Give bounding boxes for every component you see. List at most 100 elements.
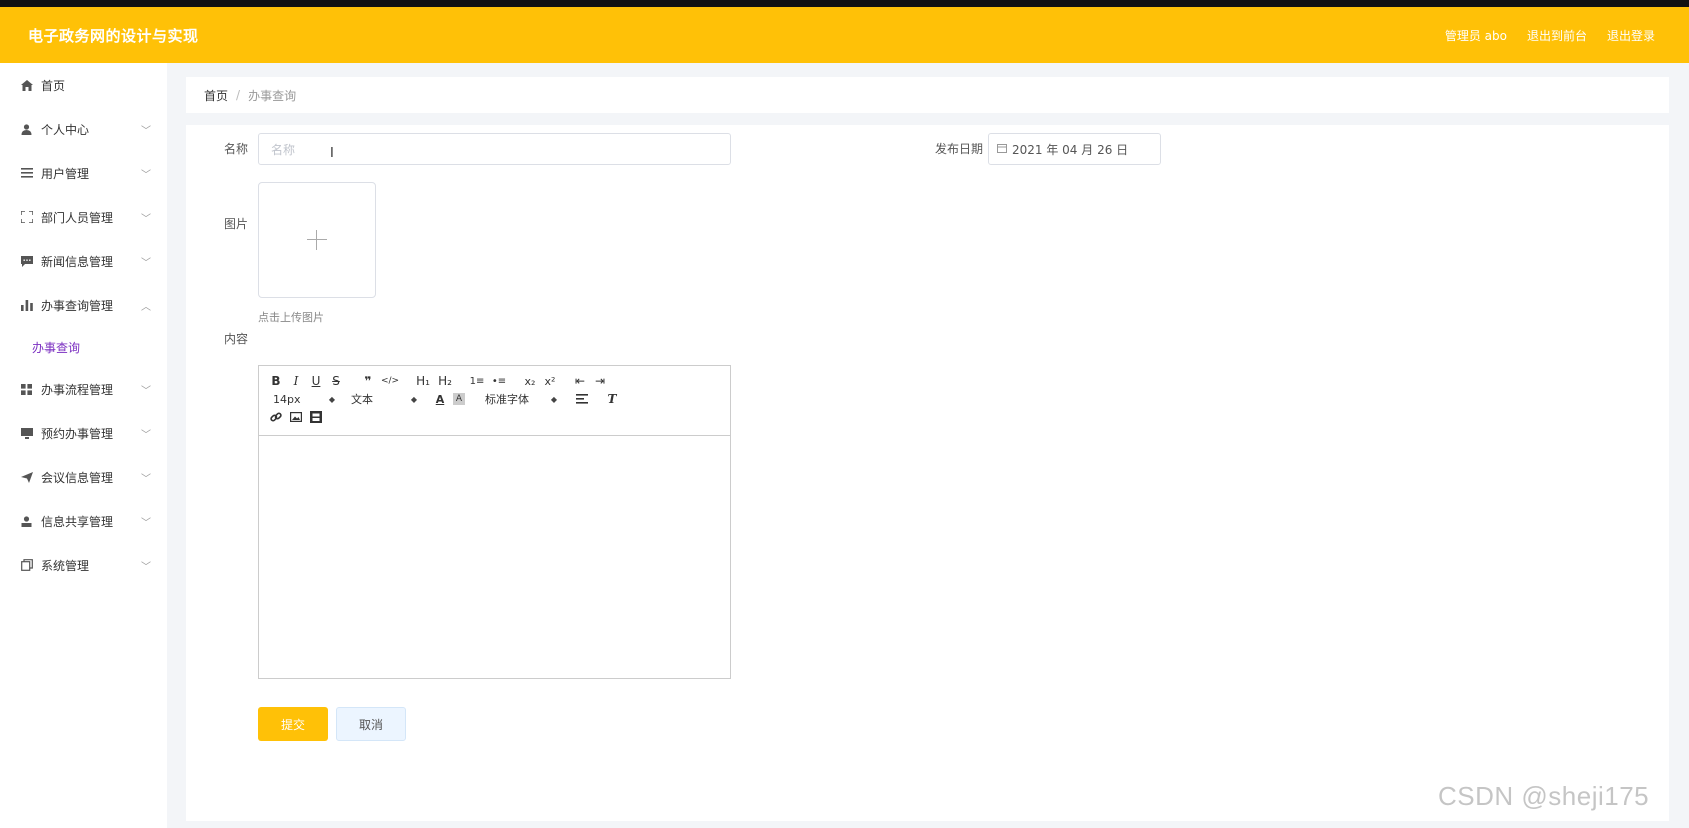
plus-icon: [307, 230, 327, 250]
expand-icon: [20, 211, 33, 224]
upload-tip: 点击上传图片: [258, 311, 324, 324]
indent-icon[interactable]: ⇥: [593, 372, 607, 390]
italic-icon[interactable]: I: [289, 372, 303, 390]
app-title: 电子政务网的设计与实现: [28, 26, 199, 45]
block-format-value: 文本: [351, 393, 373, 406]
code-icon[interactable]: </>: [381, 372, 399, 390]
chevron-down-icon: ﹀: [141, 214, 151, 225]
sidebar-item-label: 信息共享管理: [41, 514, 114, 529]
publish-date-label: 发布日期: [935, 142, 984, 156]
bar-chart-icon: [20, 299, 33, 312]
select-arrows-icon: ◆: [550, 394, 557, 404]
sidebar-item-department-staff[interactable]: 部门人员管理 ﹀: [0, 195, 167, 239]
rich-text-editor: B I U S ❞ </> H₁ H₂ 1≡ •≡ x₂ x² ⇤ ⇥ 14px…: [258, 365, 731, 679]
sidebar-item-label: 新闻信息管理: [41, 254, 114, 269]
subscript-icon[interactable]: x₂: [523, 372, 537, 390]
header1-icon[interactable]: H₁: [415, 372, 431, 390]
breadcrumb-separator: /: [236, 88, 241, 102]
back-to-front-link[interactable]: 退出到前台: [1527, 27, 1587, 44]
copy-icon: [20, 559, 33, 572]
message-icon: [20, 255, 33, 268]
send-icon: [20, 471, 33, 484]
sidebar-item-label: 系统管理: [41, 558, 90, 573]
editor-toolbar: B I U S ❞ </> H₁ H₂ 1≡ •≡ x₂ x² ⇤ ⇥ 14px…: [259, 366, 730, 436]
sidebar-item-home[interactable]: 首页: [0, 63, 167, 107]
strikethrough-icon[interactable]: S: [329, 372, 343, 390]
sidebar-item-label: 预约办事管理: [41, 426, 114, 441]
superscript-icon[interactable]: x²: [543, 372, 557, 390]
chevron-up-icon: ︿: [141, 302, 151, 313]
select-arrows-icon: ◆: [410, 394, 417, 404]
submenu-item-label: 办事查询: [32, 340, 81, 355]
sidebar-item-appointment[interactable]: 预约办事管理 ﹀: [0, 411, 167, 455]
chevron-down-icon: ﹀: [141, 474, 151, 485]
sidebar: 首页 个人中心 ﹀ 用户管理 ﹀ 部门人员管理 ﹀ 新闻信息管理 ﹀ 办事查询管…: [0, 63, 167, 828]
clear-format-icon[interactable]: T: [605, 390, 619, 408]
underline-icon[interactable]: U: [309, 372, 323, 390]
image-upload-box[interactable]: [258, 182, 376, 298]
watermark: CSDN @sheji175: [1438, 781, 1650, 811]
logout-link[interactable]: 退出登录: [1607, 27, 1655, 44]
image-icon[interactable]: [289, 408, 303, 426]
sidebar-item-label: 会议信息管理: [41, 470, 114, 485]
sidebar-item-label: 个人中心: [41, 122, 90, 137]
person-icon: [20, 515, 33, 528]
sidebar-item-personal-center[interactable]: 个人中心 ﹀: [0, 107, 167, 151]
header2-icon[interactable]: H₂: [437, 372, 453, 390]
chevron-down-icon: ﹀: [141, 258, 151, 269]
name-input[interactable]: 名称: [258, 133, 731, 165]
list-icon: [20, 167, 33, 180]
breadcrumb-home[interactable]: 首页: [204, 87, 228, 104]
grid-icon: [20, 383, 33, 396]
bold-icon[interactable]: B: [269, 372, 283, 390]
user-icon: [20, 123, 33, 136]
align-left-icon[interactable]: [575, 390, 589, 408]
chevron-down-icon: ﹀: [141, 126, 151, 137]
block-format-select[interactable]: 文本 ◆: [351, 390, 417, 408]
ordered-list-icon[interactable]: 1≡: [469, 372, 485, 390]
sidebar-item-label: 首页: [41, 78, 66, 93]
sidebar-item-label: 办事流程管理: [41, 382, 114, 397]
sidebar-item-process[interactable]: 办事流程管理 ﹀: [0, 367, 167, 411]
top-header: 电子政务网的设计与实现 管理员 abo 退出到前台 退出登录: [0, 7, 1689, 63]
link-icon[interactable]: [269, 408, 283, 426]
outdent-icon[interactable]: ⇤: [573, 372, 587, 390]
video-icon[interactable]: [309, 408, 323, 426]
sidebar-item-user-management[interactable]: 用户管理 ﹀: [0, 151, 167, 195]
publish-date-picker[interactable]: 2021 年 04 月 26 日: [988, 133, 1161, 165]
editor-content-area[interactable]: [259, 436, 730, 678]
sidebar-item-label: 部门人员管理: [41, 210, 114, 225]
chevron-down-icon: ﹀: [141, 562, 151, 573]
chevron-down-icon: ﹀: [141, 430, 151, 441]
chevron-down-icon: ﹀: [141, 518, 151, 529]
sidebar-item-news[interactable]: 新闻信息管理 ﹀: [0, 239, 167, 283]
chevron-down-icon: ﹀: [141, 170, 151, 181]
font-color-icon[interactable]: A: [433, 390, 447, 408]
submenu-item-affairs-query[interactable]: 办事查询: [0, 327, 167, 367]
background-color-icon[interactable]: A: [453, 393, 465, 405]
sidebar-item-affairs-query[interactable]: 办事查询管理 ︿: [0, 283, 167, 327]
name-placeholder: 名称: [271, 142, 296, 157]
font-family-select[interactable]: 标准字体 ◆: [485, 390, 557, 408]
image-label: 图片: [224, 217, 249, 231]
monitor-icon: [20, 427, 33, 440]
text-cursor-icon: I: [330, 146, 334, 161]
sidebar-item-label: 办事查询管理: [41, 298, 114, 313]
admin-user-label[interactable]: 管理员 abo: [1445, 27, 1507, 44]
header-actions: 管理员 abo 退出到前台 退出登录: [1445, 27, 1655, 44]
sidebar-item-label: 用户管理: [41, 166, 90, 181]
sidebar-item-system[interactable]: 系统管理 ﹀: [0, 543, 167, 587]
calendar-icon: [997, 143, 1007, 156]
submit-button[interactable]: 提交: [258, 707, 328, 741]
breadcrumb-current: 办事查询: [248, 88, 297, 103]
cancel-button[interactable]: 取消: [336, 707, 406, 741]
font-size-value: 14px: [273, 392, 301, 406]
breadcrumb: 首页 / 办事查询: [186, 77, 1669, 113]
home-icon: [20, 79, 33, 92]
font-size-select[interactable]: 14px ◆: [269, 390, 335, 408]
sidebar-item-meeting[interactable]: 会议信息管理 ﹀: [0, 455, 167, 499]
sidebar-item-info-share[interactable]: 信息共享管理 ﹀: [0, 499, 167, 543]
blockquote-icon[interactable]: ❞: [361, 372, 375, 390]
bullet-list-icon[interactable]: •≡: [491, 372, 507, 390]
name-label: 名称: [224, 142, 249, 156]
